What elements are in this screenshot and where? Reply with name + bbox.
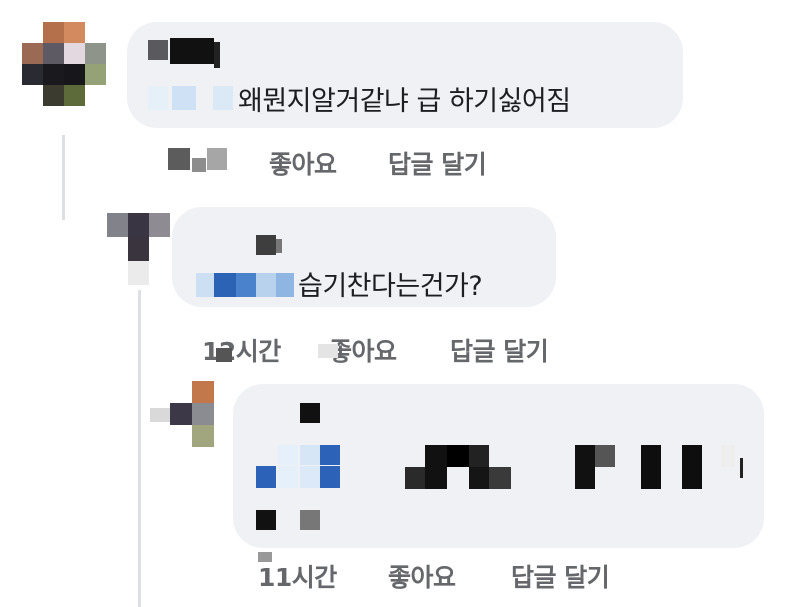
author-name[interactable] bbox=[170, 38, 214, 64]
like-button[interactable]: 좋아요 bbox=[329, 332, 397, 368]
mention-tag[interactable] bbox=[276, 273, 294, 297]
comment-text bbox=[447, 445, 469, 467]
timestamp bbox=[258, 552, 272, 562]
comment-text bbox=[405, 467, 425, 489]
comment-text bbox=[469, 445, 489, 467]
thread-line bbox=[138, 290, 141, 607]
reply-button[interactable]: 답글 달기 bbox=[511, 558, 610, 594]
mention-tag[interactable] bbox=[256, 466, 276, 488]
avatar[interactable] bbox=[22, 22, 106, 106]
comment-text bbox=[489, 467, 511, 489]
author-name[interactable] bbox=[214, 42, 220, 68]
mention-tag[interactable] bbox=[320, 466, 340, 488]
thread-line bbox=[62, 135, 65, 220]
comment-text bbox=[256, 510, 276, 530]
mention-tag[interactable] bbox=[214, 273, 236, 297]
thread-connector bbox=[150, 408, 170, 422]
reply-button[interactable]: 답글 달기 bbox=[450, 332, 549, 368]
comment-text bbox=[641, 445, 661, 489]
mention-tag[interactable] bbox=[148, 86, 168, 110]
comment-text bbox=[721, 445, 735, 467]
timestamp[interactable] bbox=[207, 148, 227, 170]
author-name[interactable] bbox=[148, 40, 168, 60]
mention-tag[interactable] bbox=[213, 86, 233, 110]
timestamp[interactable] bbox=[192, 158, 206, 172]
comment-text bbox=[575, 445, 595, 489]
timestamp[interactable]: 11시간 bbox=[258, 558, 337, 594]
like-button bbox=[318, 344, 338, 358]
like-button[interactable]: 좋아요 bbox=[388, 558, 456, 594]
comment-text bbox=[595, 445, 615, 467]
mention-tag[interactable] bbox=[196, 273, 214, 297]
comment-text bbox=[740, 458, 743, 478]
mention-tag[interactable] bbox=[236, 273, 256, 297]
mention-tag[interactable] bbox=[256, 273, 276, 297]
avatar[interactable] bbox=[107, 213, 170, 287]
mention-tag[interactable] bbox=[172, 86, 196, 110]
author-name[interactable] bbox=[300, 403, 320, 423]
reply-button[interactable]: 답글 달기 bbox=[388, 145, 487, 181]
comment-text bbox=[300, 510, 320, 530]
comment-text bbox=[425, 445, 447, 489]
comment-text: 왜뭔지알거같냐 급 하기싫어짐 bbox=[238, 86, 571, 117]
like-button[interactable]: 좋아요 bbox=[269, 145, 337, 181]
timestamp[interactable] bbox=[168, 148, 190, 170]
author-name[interactable] bbox=[256, 235, 276, 255]
comment-text: 습기찬다는건가? bbox=[298, 271, 483, 302]
comment-text bbox=[682, 445, 702, 489]
timestamp bbox=[216, 348, 232, 362]
mention-tag[interactable] bbox=[320, 445, 340, 465]
mention-tag[interactable] bbox=[300, 466, 320, 488]
mention-tag[interactable] bbox=[300, 445, 320, 465]
timestamp[interactable]: 12시간 bbox=[202, 332, 281, 368]
mention-tag[interactable] bbox=[278, 466, 298, 488]
avatar[interactable] bbox=[170, 381, 214, 447]
comment-text bbox=[469, 467, 489, 489]
mention-tag[interactable] bbox=[278, 445, 298, 465]
author-name[interactable] bbox=[276, 239, 282, 253]
